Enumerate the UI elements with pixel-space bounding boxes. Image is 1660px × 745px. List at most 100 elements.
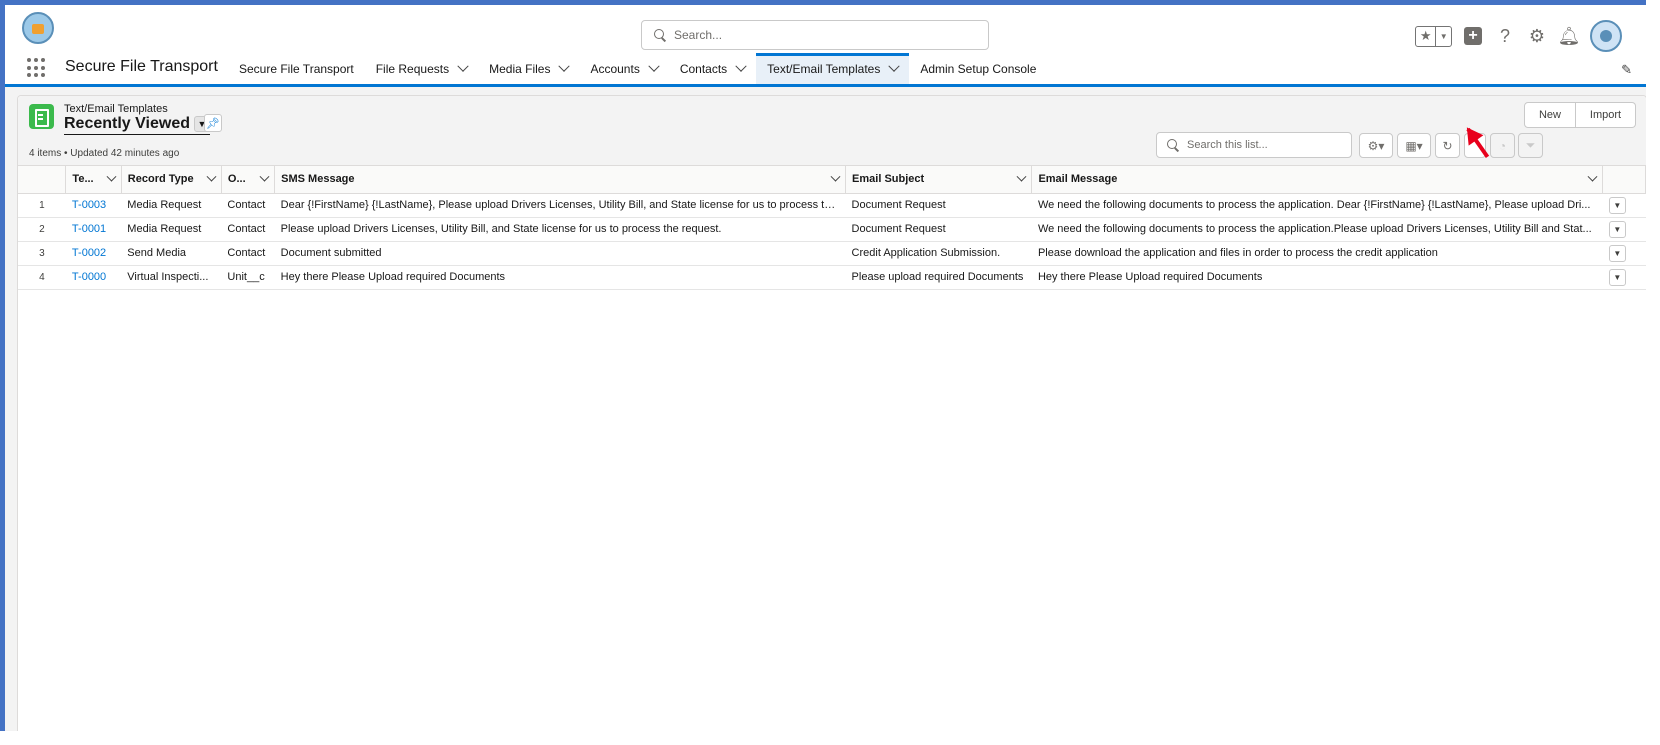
table-header-row: Te... Record Type O... SMS Message Email… xyxy=(18,166,1646,194)
template-link[interactable]: T-0001 xyxy=(72,223,106,235)
chevron-down-icon[interactable] xyxy=(888,60,900,72)
import-button[interactable]: Import xyxy=(1576,102,1636,128)
charts-icon[interactable]: ◔ xyxy=(1490,133,1515,158)
row-actions-dropdown-icon[interactable]: ▼ xyxy=(1608,244,1626,262)
column-header-email-message[interactable]: Email Message xyxy=(1031,166,1604,194)
row-actions-dropdown-icon[interactable]: ▼ xyxy=(1608,196,1626,214)
list-view-header: Text/Email Templates Recently Viewed ▼ 📌… xyxy=(18,96,1646,166)
org-logo[interactable] xyxy=(22,12,54,44)
chevron-down-icon[interactable] xyxy=(735,60,747,72)
list-view-card: Text/Email Templates Recently Viewed ▼ 📌… xyxy=(17,95,1647,735)
email-message-cell: Hey there Please Upload required Documen… xyxy=(1031,265,1603,290)
list-settings-gear-icon[interactable]: ⚙▾ xyxy=(1359,133,1393,158)
global-search-input[interactable]: Search... xyxy=(641,20,989,50)
user-avatar[interactable] xyxy=(1590,20,1622,52)
list-search-placeholder: Search this list... xyxy=(1187,139,1268,151)
template-name-cell: T-0003 xyxy=(65,193,122,218)
row-number: 1 xyxy=(18,193,66,218)
column-header-email-subject[interactable]: Email Subject xyxy=(845,166,1033,194)
object-cell: Unit__c xyxy=(221,265,275,290)
pin-list-icon[interactable]: 📌︎ xyxy=(204,114,222,132)
template-link[interactable]: T-0000 xyxy=(72,271,106,283)
tab-contacts[interactable]: Contacts xyxy=(669,53,756,84)
tab-file-requests[interactable]: File Requests xyxy=(365,53,478,84)
row-actions-dropdown-icon[interactable]: ▼ xyxy=(1608,268,1626,286)
table-row: 1 T-0003 Media Request Contact Dear {!Fi… xyxy=(18,193,1646,218)
setup-gear-icon[interactable]: ⚙ xyxy=(1526,25,1548,47)
tab-admin-setup-console[interactable]: Admin Setup Console xyxy=(909,53,1047,84)
global-search-placeholder: Search... xyxy=(674,28,723,42)
tab-media-files[interactable]: Media Files xyxy=(478,53,579,84)
notifications-bell-icon[interactable]: 🔔︎ xyxy=(1558,25,1581,47)
chevron-down-icon[interactable] xyxy=(106,171,117,182)
tab-accounts[interactable]: Accounts xyxy=(579,53,668,84)
chevron-down-icon[interactable] xyxy=(457,60,469,72)
refresh-icon[interactable]: ↻ xyxy=(1435,133,1460,158)
favorites-star-icon[interactable]: ★ xyxy=(1416,26,1437,46)
row-number-header xyxy=(18,166,67,194)
object-cell: Contact xyxy=(221,193,275,218)
column-header-record-type[interactable]: Record Type xyxy=(121,166,222,194)
email-subject-cell: Document Request xyxy=(845,193,1032,218)
global-header: Search... ★ ▼ + ? ⚙ 🔔︎ Secure File Trans… xyxy=(5,5,1646,87)
frame-shadow-bottom xyxy=(0,731,1660,745)
filter-icon[interactable]: ⏷ xyxy=(1518,133,1543,158)
table-row: 3 T-0002 Send Media Contact Document sub… xyxy=(18,241,1646,266)
chevron-down-icon[interactable] xyxy=(259,171,270,182)
sms-message-cell: Document submitted xyxy=(274,241,846,266)
new-button[interactable]: New xyxy=(1524,102,1576,128)
nav-tabs: Secure File Transport File Requests Medi… xyxy=(228,53,1047,84)
column-header-sms-message[interactable]: SMS Message xyxy=(274,166,847,194)
template-link[interactable]: T-0003 xyxy=(72,199,106,211)
tab-secure-file-transport[interactable]: Secure File Transport xyxy=(228,53,365,84)
app-launcher-icon[interactable] xyxy=(27,58,47,78)
edit-nav-pencil-icon[interactable]: ✎ xyxy=(1621,62,1632,78)
email-subject-cell: Credit Application Submission. xyxy=(845,241,1032,266)
object-cell: Contact xyxy=(221,217,275,242)
favorites-button-group[interactable]: ★ ▼ xyxy=(1415,25,1452,47)
row-actions-header xyxy=(1602,166,1646,194)
row-number: 4 xyxy=(18,265,66,290)
search-icon xyxy=(654,29,666,41)
record-type-cell: Media Request xyxy=(121,193,222,218)
row-actions-cell: ▼ xyxy=(1602,193,1646,218)
list-search-input[interactable]: Search this list... xyxy=(1156,132,1352,158)
sms-message-cell: Hey there Please Upload required Documen… xyxy=(274,265,846,290)
email-subject-cell: Please upload required Documents xyxy=(845,265,1032,290)
template-object-icon xyxy=(29,104,54,129)
list-meta-info: 4 items • Updated 42 minutes ago xyxy=(29,148,180,159)
chevron-down-icon[interactable] xyxy=(830,171,841,182)
list-view-name: Recently Viewed xyxy=(64,115,190,132)
row-actions-cell: ▼ xyxy=(1602,241,1646,266)
column-header-object[interactable]: O... xyxy=(221,166,276,194)
row-actions-dropdown-icon[interactable]: ▼ xyxy=(1608,220,1626,238)
list-view-selector[interactable]: Recently Viewed ▼ xyxy=(64,115,210,135)
email-subject-cell: Document Request xyxy=(845,217,1032,242)
tab-text-email-templates[interactable]: Text/Email Templates xyxy=(756,53,910,84)
chevron-down-icon[interactable] xyxy=(1016,171,1027,182)
header-utility-icons: ★ ▼ + ? ⚙ 🔔︎ xyxy=(1415,20,1622,52)
record-type-cell: Send Media xyxy=(121,241,222,266)
chevron-down-icon[interactable] xyxy=(206,171,217,182)
template-name-cell: T-0002 xyxy=(65,241,122,266)
help-icon[interactable]: ? xyxy=(1494,25,1516,47)
email-message-cell: We need the following documents to proce… xyxy=(1031,193,1603,218)
display-as-table-icon[interactable]: ▦▾ xyxy=(1397,133,1431,158)
column-header-template-name[interactable]: Te... xyxy=(65,166,122,194)
chevron-down-icon[interactable] xyxy=(1587,171,1598,182)
object-label: Text/Email Templates xyxy=(64,103,168,115)
sms-message-cell: Please upload Drivers Licenses, Utility … xyxy=(274,217,846,242)
chevron-down-icon[interactable] xyxy=(648,60,660,72)
frame-shadow-right xyxy=(1646,0,1660,745)
list-action-buttons: New Import xyxy=(1524,102,1636,128)
chevron-down-icon[interactable] xyxy=(558,60,571,72)
template-name-cell: T-0001 xyxy=(65,217,122,242)
sms-message-cell: Dear {!FirstName} {!LastName}, Please up… xyxy=(274,193,846,218)
template-link[interactable]: T-0002 xyxy=(72,247,106,259)
app-navigation-bar: Secure File Transport Secure File Transp… xyxy=(5,53,1646,84)
add-icon[interactable]: + xyxy=(1462,25,1484,47)
record-type-cell: Virtual Inspecti... xyxy=(121,265,222,290)
email-message-cell: We need the following documents to proce… xyxy=(1031,217,1603,242)
row-actions-cell: ▼ xyxy=(1602,265,1646,290)
favorites-dropdown-icon[interactable]: ▼ xyxy=(1436,27,1451,46)
